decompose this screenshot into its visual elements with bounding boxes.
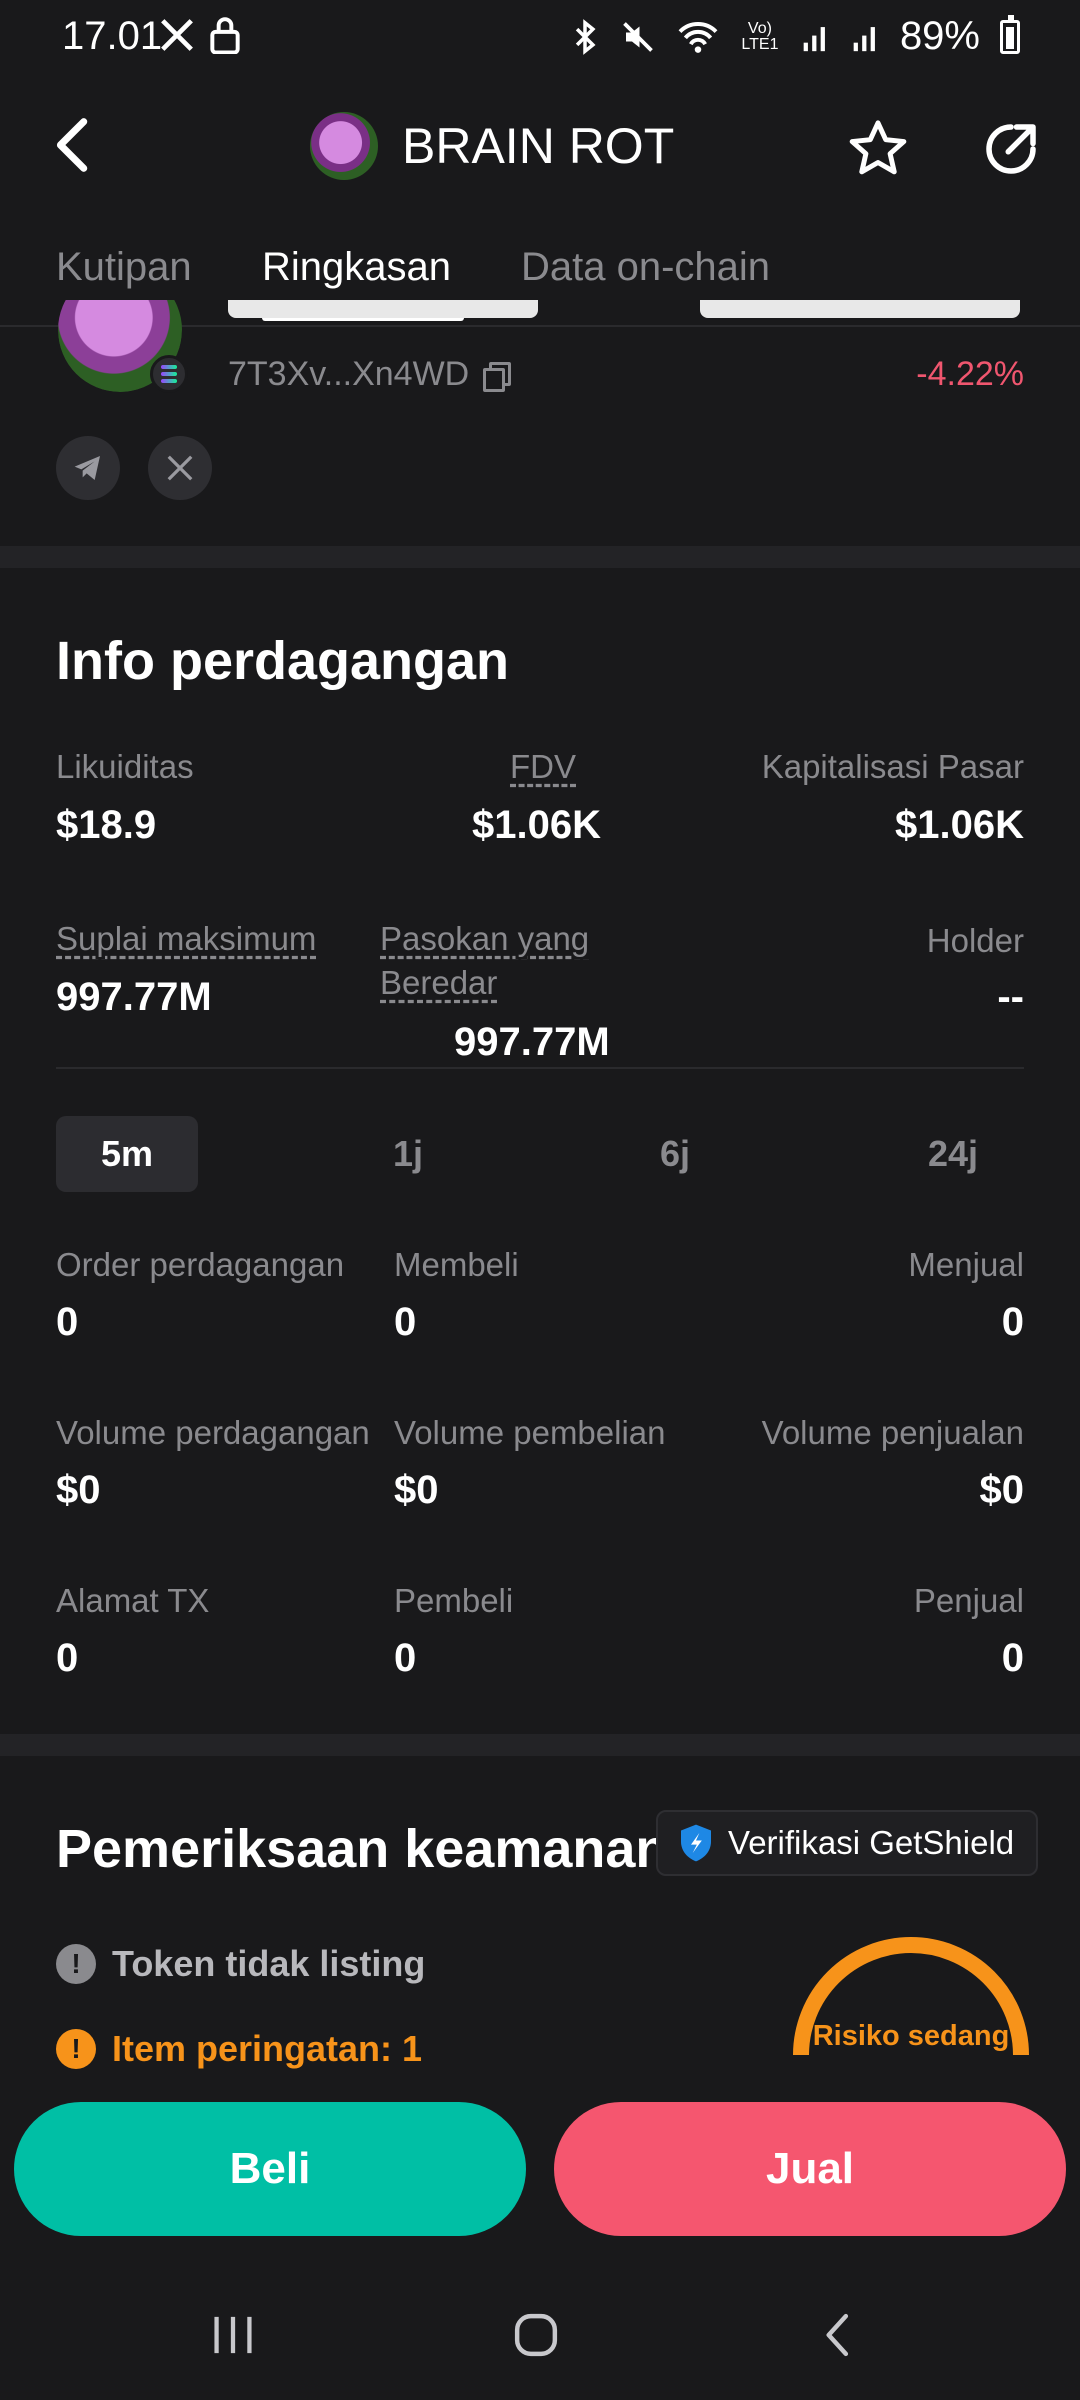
price-change: -4.22% — [916, 355, 1024, 393]
recent-apps-icon — [214, 2316, 252, 2354]
period-1j[interactable]: 1j — [337, 1116, 479, 1192]
system-nav-bar — [0, 2260, 1080, 2400]
fdv-label[interactable]: FDV — [510, 748, 576, 786]
copy-icon[interactable] — [483, 361, 512, 392]
share-icon — [986, 124, 1036, 174]
buys-value: 0 — [394, 1300, 417, 1344]
getshield-verify-button[interactable]: Verifikasi GetShield — [656, 1810, 1038, 1876]
sell-volume-value: $0 — [979, 1468, 1025, 1512]
period-6j[interactable]: 6j — [604, 1116, 746, 1192]
sellers-value: 0 — [1001, 1636, 1024, 1680]
max-supply-value: 997.77M — [56, 975, 212, 1019]
token-address: 7T3Xv...Xn4WD — [228, 355, 470, 393]
chevron-left-icon — [826, 2313, 849, 2357]
chevron-left-icon — [56, 118, 88, 172]
signal-icon — [803, 26, 825, 51]
market-cap-value: $1.06K — [895, 803, 1024, 847]
shield-icon — [681, 1824, 711, 1862]
sellers-label: Penjual — [913, 1582, 1024, 1619]
liquidity-label: Likuiditas — [56, 748, 194, 785]
tab-ringkasan[interactable]: Ringkasan — [262, 245, 451, 290]
buy-volume-value: $0 — [394, 1468, 439, 1512]
bluetooth-icon — [575, 18, 596, 55]
sell-button[interactable]: Jual — [554, 2102, 1066, 2236]
signal-icon-2 — [853, 26, 875, 51]
tab-data-onchain[interactable]: Data on-chain — [521, 245, 770, 290]
home-button[interactable] — [491, 2300, 581, 2370]
page-title: BRAIN ROT — [402, 118, 675, 174]
warnings-row[interactable]: ! Item peringatan: 1 — [56, 2028, 422, 2070]
telegram-icon — [74, 456, 100, 480]
circulating-label-line1[interactable]: Pasokan yang — [380, 920, 589, 958]
security-heading: Pemeriksaan keamanan — [56, 1819, 669, 1879]
trade-info-heading: Info perdagangan — [56, 631, 510, 691]
token-address-row[interactable]: 7T3Xv...Xn4WD — [228, 355, 512, 394]
circulating-label-line2[interactable]: Beredar — [380, 964, 497, 1002]
holder-value: -- — [997, 975, 1024, 1019]
star-icon — [849, 120, 907, 175]
network-label: Vo) LTE1 — [741, 19, 779, 53]
liquidity-value: $18.9 — [56, 803, 157, 847]
info-divider — [56, 1067, 1024, 1069]
trade-volume-label: Volume perdagangan — [56, 1414, 370, 1451]
mute-icon — [623, 21, 653, 52]
sells-label: Menjual — [908, 1246, 1024, 1283]
trade-orders-value: 0 — [56, 1300, 79, 1344]
favorite-button[interactable] — [845, 116, 911, 182]
tx-address-value: 0 — [56, 1636, 79, 1680]
section-separator-2 — [0, 1734, 1080, 1756]
status-time: 17.01 — [62, 14, 163, 58]
sell-volume-label: Volume penjualan — [761, 1414, 1024, 1451]
lock-icon — [208, 16, 242, 59]
risk-label: Risiko sedang — [812, 2020, 1010, 2052]
info-icon: ! — [56, 1944, 96, 1984]
x-notification-icon — [158, 16, 196, 59]
period-24j[interactable]: 24j — [882, 1116, 1024, 1192]
back-button[interactable] — [40, 110, 110, 180]
fdv-value: $1.06K — [472, 803, 601, 847]
tab-kutipan[interactable]: Kutipan — [56, 245, 192, 290]
token-logo — [310, 112, 378, 180]
battery-icon — [1000, 14, 1020, 54]
tx-address-label: Alamat TX — [56, 1582, 210, 1619]
holder-label: Holder — [926, 922, 1024, 959]
buyers-value: 0 — [394, 1636, 417, 1680]
max-supply-label[interactable]: Suplai maksimum — [56, 920, 316, 958]
trade-orders-label: Order perdagangan — [56, 1246, 345, 1283]
solana-chain-icon — [150, 355, 188, 393]
sells-value: 0 — [1001, 1300, 1024, 1344]
trade-volume-value: $0 — [56, 1468, 101, 1512]
status-right: Vo) LTE1 89% — [570, 14, 1020, 59]
section-separator — [0, 546, 1080, 568]
warnings-label: Item peringatan: 1 — [112, 2028, 423, 2069]
period-5m[interactable]: 5m — [56, 1116, 198, 1192]
getshield-verify-label: Verifikasi GetShield — [728, 1824, 1015, 1861]
buy-button[interactable]: Beli — [14, 2102, 526, 2236]
status-bar: 17.01 Vo) LTE1 89% — [0, 0, 1080, 80]
token-name-clipped — [228, 300, 558, 330]
telegram-button[interactable] — [56, 436, 120, 500]
market-cap-label: Kapitalisasi Pasar — [761, 748, 1024, 785]
share-button[interactable] — [978, 116, 1044, 182]
header-title-group: BRAIN ROT — [310, 112, 674, 180]
system-back-button[interactable] — [794, 2300, 884, 2370]
token-price-clipped — [690, 300, 1020, 328]
x-icon — [167, 455, 193, 481]
circulating-value: 997.77M — [454, 1020, 610, 1064]
recent-apps-button[interactable] — [188, 2300, 278, 2370]
buy-volume-label: Volume pembelian — [394, 1414, 666, 1451]
not-listed-row[interactable]: ! Token tidak listing — [56, 1943, 425, 1985]
warning-icon: ! — [56, 2029, 96, 2069]
x-social-button[interactable] — [148, 436, 212, 500]
app-header: BRAIN ROT — [0, 90, 1080, 210]
wifi-icon — [678, 21, 718, 53]
home-icon — [514, 2313, 558, 2357]
buys-label: Membeli — [394, 1246, 519, 1283]
battery-percent: 89% — [899, 14, 980, 58]
not-listed-label: Token tidak listing — [112, 1943, 426, 1984]
buyers-label: Pembeli — [394, 1582, 514, 1619]
